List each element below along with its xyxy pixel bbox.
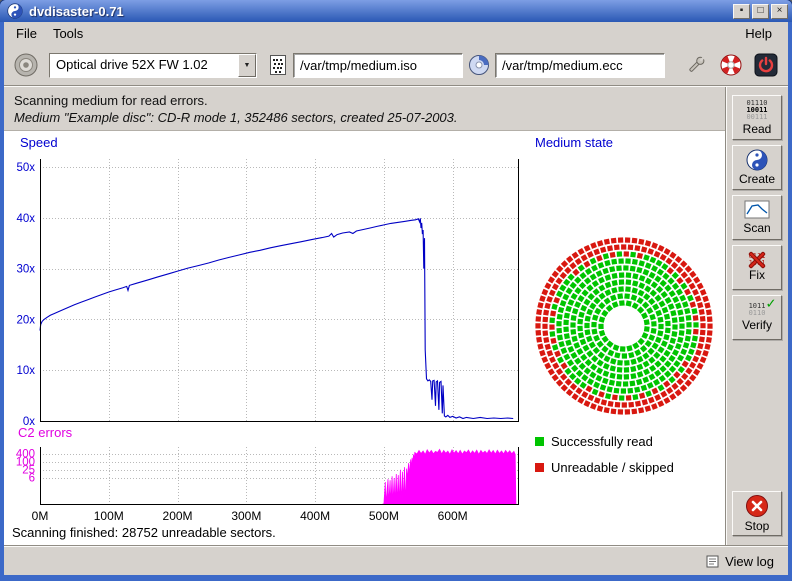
legend-label-unreadable: Unreadable / skipped: [551, 460, 674, 475]
maximize-icon: □: [757, 6, 763, 16]
legend-label-read: Successfully read: [551, 434, 653, 449]
chart-panel: Speed Medium state C2 errors 0M100M200M3…: [4, 131, 725, 545]
stop-icon: [745, 494, 769, 518]
verify-label: Verify: [742, 318, 772, 332]
fix-button[interactable]: 0111 1001 Fix: [732, 245, 782, 290]
status-line2: Medium "Example disc": CD-R mode 1, 3524…: [14, 109, 715, 126]
app-window: dvdisaster-0.71 ▪ □ × File Tools Help Op…: [0, 0, 792, 581]
window-title: dvdisaster-0.71: [29, 4, 733, 19]
menu-file[interactable]: File: [8, 24, 45, 43]
medium-state-disc: [525, 227, 723, 425]
read-button[interactable]: 01110 10011 00111 Read: [732, 95, 782, 140]
drive-button[interactable]: [11, 50, 41, 80]
ecc-file-icon: [468, 54, 490, 76]
toolbar: Optical drive 52X FW 1.02 ▼: [4, 45, 788, 85]
dropdown-arrow-icon[interactable]: ▼: [238, 54, 256, 77]
medium-state-title: Medium state: [535, 135, 613, 150]
unreadable-swatch: [535, 463, 544, 472]
svg-text:400M: 400M: [300, 509, 330, 523]
quit-button[interactable]: [751, 50, 781, 80]
minimize-icon: ▪: [740, 6, 744, 16]
drive-select[interactable]: Optical drive 52X FW 1.02 ▼: [49, 53, 257, 78]
legend-item-read: Successfully read: [535, 434, 674, 449]
scan-button[interactable]: Scan: [732, 195, 782, 240]
window-controls: ▪ □ ×: [733, 4, 788, 19]
status-area: Scanning medium for read errors. Medium …: [4, 87, 725, 131]
svg-text:500M: 500M: [369, 509, 399, 523]
minimize-button[interactable]: ▪: [733, 4, 750, 19]
svg-text:6: 6: [29, 473, 35, 485]
svg-text:100M: 100M: [94, 509, 124, 523]
drive-select-value: Optical drive 52X FW 1.02: [50, 54, 238, 77]
status-line1: Scanning medium for read errors.: [14, 92, 715, 109]
view-log-button[interactable]: View log: [700, 552, 780, 571]
main-area: Scanning medium for read errors. Medium …: [4, 87, 788, 545]
preferences-button[interactable]: [681, 50, 711, 80]
scan-result-text: Scanning finished: 28752 unreadable sect…: [12, 525, 276, 540]
create-icon: [746, 149, 768, 171]
power-icon: [754, 53, 778, 77]
svg-text:300M: 300M: [231, 509, 261, 523]
legend-item-unreadable: Unreadable / skipped: [535, 460, 674, 475]
menu-help[interactable]: Help: [737, 24, 780, 43]
read-icon: 01110 10011 00111: [746, 100, 767, 121]
log-icon: [706, 555, 719, 568]
svg-text:30x: 30x: [16, 264, 35, 276]
close-button[interactable]: ×: [771, 4, 788, 19]
stop-button[interactable]: Stop: [732, 491, 782, 536]
verify-icon: 1011 0110 ✓: [749, 303, 766, 317]
close-icon: ×: [777, 6, 783, 16]
svg-text:200M: 200M: [163, 509, 193, 523]
speed-c2-plots: 0M 100M 200M 300M 400M 500M 600M 0x 10x 20x 30x 40x…: [4, 131, 524, 531]
view-log-label: View log: [725, 554, 774, 569]
check-icon: ✓: [766, 300, 775, 307]
svg-text:0M: 0M: [32, 509, 49, 523]
iso-path-input[interactable]: [293, 53, 463, 78]
svg-text:0x: 0x: [23, 416, 35, 428]
help-button[interactable]: [716, 50, 746, 80]
svg-text:40x: 40x: [16, 213, 35, 225]
titlebar[interactable]: dvdisaster-0.71 ▪ □ ×: [0, 0, 792, 22]
menu-tools[interactable]: Tools: [45, 24, 91, 43]
svg-text:50x: 50x: [16, 162, 35, 174]
scan-icon: [744, 200, 770, 220]
action-sidebar: 01110 10011 00111 Read Create: [725, 87, 788, 545]
maximize-button[interactable]: □: [752, 4, 769, 19]
svg-text:10x: 10x: [16, 365, 35, 377]
read-label: Read: [743, 122, 772, 136]
image-file-icon: [268, 54, 288, 76]
menubar: File Tools Help: [4, 22, 788, 45]
wrench-icon: [684, 53, 708, 77]
scan-label: Scan: [743, 221, 770, 235]
drive-icon: [13, 52, 39, 78]
lifesaver-icon: [719, 53, 743, 77]
legend: Successfully read Unreadable / skipped: [535, 434, 674, 486]
verify-button[interactable]: 1011 0110 ✓ Verify: [732, 295, 782, 340]
window-content: File Tools Help Optical drive 52X FW 1.0…: [4, 22, 788, 575]
left-column: Scanning medium for read errors. Medium …: [4, 87, 725, 545]
app-icon: [7, 3, 23, 19]
create-label: Create: [739, 172, 775, 186]
stop-label: Stop: [745, 519, 770, 533]
svg-text:600M: 600M: [438, 509, 468, 523]
bottom-bar: View log: [4, 547, 788, 575]
read-ok-swatch: [535, 437, 544, 446]
svg-text:20x: 20x: [16, 314, 35, 326]
ecc-path-input[interactable]: [495, 53, 665, 78]
create-button[interactable]: Create: [732, 145, 782, 190]
fix-icon: 0111 1001: [749, 253, 766, 267]
